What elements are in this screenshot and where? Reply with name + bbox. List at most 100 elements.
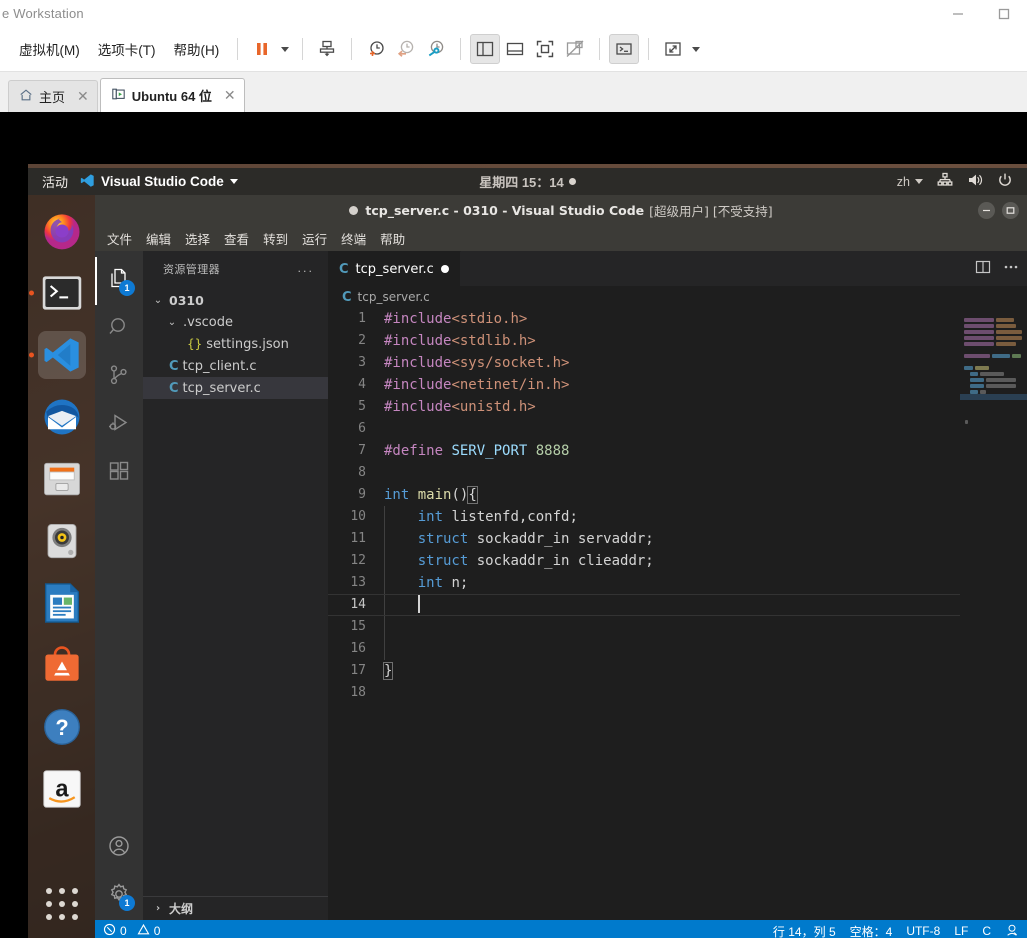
statusbar-indentation[interactable]: 空格：4 xyxy=(850,923,893,938)
show-sidebar-button[interactable] xyxy=(470,34,501,64)
tree-item-vscode-folder[interactable]: ⌄ .vscode xyxy=(143,311,328,333)
keyboard-layout-indicator[interactable]: zh xyxy=(897,175,923,189)
show-applications-button[interactable] xyxy=(38,880,86,928)
show-console-view-button[interactable] xyxy=(500,34,530,64)
statusbar-problems[interactable]: 0 0 xyxy=(103,923,160,938)
vm-tab-ubuntu[interactable]: Ubuntu 64 位 ✕ xyxy=(99,78,245,112)
breadcrumb[interactable]: C tcp_server.c xyxy=(328,286,1027,308)
more-actions-icon[interactable]: ... xyxy=(298,262,315,275)
unsaved-indicator-icon[interactable] xyxy=(440,265,449,273)
snapshot-manager-button[interactable] xyxy=(312,34,342,64)
menu-help[interactable]: 帮助(H) xyxy=(165,35,229,63)
console-button[interactable] xyxy=(609,34,640,64)
code-line[interactable]: 14 xyxy=(328,594,1027,616)
dock-item-files[interactable] xyxy=(38,455,86,503)
activity-run-debug[interactable] xyxy=(95,401,143,449)
tree-item-settings-json[interactable]: {} settings.json xyxy=(143,333,328,355)
vscode-menu-selection[interactable]: 选择 xyxy=(185,229,210,248)
code-line[interactable]: 17} xyxy=(328,660,1027,682)
close-icon[interactable]: ✕ xyxy=(71,88,89,105)
vscode-minimize-button[interactable] xyxy=(978,201,995,219)
vscode-menu-edit[interactable]: 编辑 xyxy=(146,229,171,248)
code-line[interactable]: 11 struct sockaddr_in servaddr; xyxy=(328,528,1027,550)
fullscreen-button[interactable] xyxy=(530,34,560,64)
unity-mode-button[interactable] xyxy=(560,34,590,64)
editor-minimap[interactable] xyxy=(960,308,1027,920)
tree-item-0310[interactable]: ⌄ 0310 xyxy=(143,289,328,311)
code-line[interactable]: 15 xyxy=(328,616,1027,638)
maximize-button[interactable] xyxy=(981,0,1027,27)
statusbar-language-mode[interactable]: C xyxy=(982,924,991,938)
tree-item-tcp-client-c[interactable]: C tcp_client.c xyxy=(143,355,328,377)
activity-explorer[interactable]: 1 xyxy=(95,257,143,305)
code-line[interactable]: 13 int n; xyxy=(328,572,1027,594)
network-icon[interactable] xyxy=(937,172,953,191)
activity-extensions[interactable] xyxy=(95,449,143,497)
vscode-menu-view[interactable]: 查看 xyxy=(224,229,249,248)
dock-item-amazon[interactable]: a xyxy=(38,765,86,813)
code-line[interactable]: 7 #define SERV_PORT 8888 xyxy=(328,440,1027,462)
editor-tab-tcp-server-c[interactable]: C tcp_server.c xyxy=(328,251,461,286)
vm-tab-home[interactable]: 主页 ✕ xyxy=(8,80,98,112)
dock-item-thunderbird[interactable] xyxy=(38,393,86,441)
code-line[interactable]: 2 #include<stdlib.h> xyxy=(328,330,1027,352)
suspend-button[interactable] xyxy=(247,34,277,64)
code-line[interactable]: 1 #include<stdio.h> xyxy=(328,308,1027,330)
statusbar-eol[interactable]: LF xyxy=(954,924,968,938)
code-line[interactable]: 4 #include<netinet/in.h> xyxy=(328,374,1027,396)
code-line[interactable]: 5 #include<unistd.h> xyxy=(328,396,1027,418)
vscode-menu-terminal[interactable]: 终端 xyxy=(341,229,366,248)
focused-app-menu[interactable]: Visual Studio Code xyxy=(80,173,238,191)
statusbar-encoding[interactable]: UTF-8 xyxy=(906,924,940,938)
close-icon[interactable]: ✕ xyxy=(218,87,236,104)
vm-guest-screen[interactable]: 活动 Visual Studio Code 星期四 15：14 zh ? a t… xyxy=(0,114,1027,938)
smiley-feedback-icon[interactable] xyxy=(1005,923,1019,938)
code-line[interactable]: 10 int listenfd,confd; xyxy=(328,506,1027,528)
vscode-menu-file[interactable]: 文件 xyxy=(107,229,132,248)
code-line[interactable]: 3 #include<sys/socket.h> xyxy=(328,352,1027,374)
stretch-dropdown-chevron-down-icon[interactable] xyxy=(688,34,704,64)
code-line[interactable]: 8 xyxy=(328,462,1027,484)
code-line[interactable]: 16 xyxy=(328,638,1027,660)
chevron-down-icon[interactable]: ⌄ xyxy=(151,295,165,306)
vscode-menu-run[interactable]: 运行 xyxy=(302,229,327,248)
activity-source-control[interactable] xyxy=(95,353,143,401)
dock-item-help[interactable]: ? xyxy=(38,703,86,751)
manage-snapshots-button[interactable] xyxy=(421,34,451,64)
code-line[interactable]: 6 xyxy=(328,418,1027,440)
outline-section-header[interactable]: › 大纲 xyxy=(143,896,328,920)
activity-manage[interactable]: 1 xyxy=(95,872,143,920)
activity-accounts[interactable] xyxy=(95,824,143,872)
dock-item-ubuntu-software[interactable] xyxy=(38,641,86,689)
tree-item-tcp-server-c[interactable]: C tcp_server.c xyxy=(143,377,328,399)
minimize-button[interactable] xyxy=(935,0,981,27)
power-icon[interactable] xyxy=(997,172,1013,191)
dock-item-libreoffice-writer[interactable] xyxy=(38,579,86,627)
volume-icon[interactable] xyxy=(967,172,983,191)
vscode-menu-go[interactable]: 转到 xyxy=(263,229,288,248)
vscode-maximize-button[interactable] xyxy=(1002,201,1019,219)
statusbar-cursor-position[interactable]: 行 14，列 5 xyxy=(773,923,836,938)
vscode-menu-help[interactable]: 帮助 xyxy=(380,229,405,248)
stretch-button[interactable] xyxy=(658,34,688,64)
take-snapshot-button[interactable] xyxy=(361,34,391,64)
code-lines[interactable]: 1 #include<stdio.h> 2 #include<stdlib.h> 3 #i… xyxy=(328,308,1027,920)
activities-button[interactable]: 活动 xyxy=(42,172,68,191)
menu-tabs[interactable]: 选项卡(T) xyxy=(89,35,165,63)
dock-item-firefox[interactable] xyxy=(38,207,86,255)
dock-item-vscode[interactable] xyxy=(37,331,86,379)
dock-item-rhythmbox[interactable] xyxy=(38,517,86,565)
chevron-down-icon[interactable]: ⌄ xyxy=(165,317,179,328)
chevron-right-icon[interactable]: › xyxy=(151,903,165,914)
revert-snapshot-button[interactable] xyxy=(391,34,421,64)
code-line[interactable]: 18 xyxy=(328,682,1027,704)
code-editor[interactable]: 1 #include<stdio.h> 2 #include<stdlib.h> 3 #i… xyxy=(328,308,1027,920)
power-dropdown-chevron-down-icon[interactable] xyxy=(277,34,293,64)
code-line[interactable]: 12 struct sockaddr_in clieaddr; xyxy=(328,550,1027,572)
split-editor-icon[interactable] xyxy=(975,259,991,279)
menu-virtual-machine[interactable]: 虚拟机(M) xyxy=(10,35,89,63)
activity-search[interactable] xyxy=(95,305,143,353)
dock-item-terminal[interactable] xyxy=(38,269,86,317)
code-line[interactable]: 9 int main(){ xyxy=(328,484,1027,506)
ubuntu-panel-right[interactable]: zh xyxy=(897,172,1013,191)
